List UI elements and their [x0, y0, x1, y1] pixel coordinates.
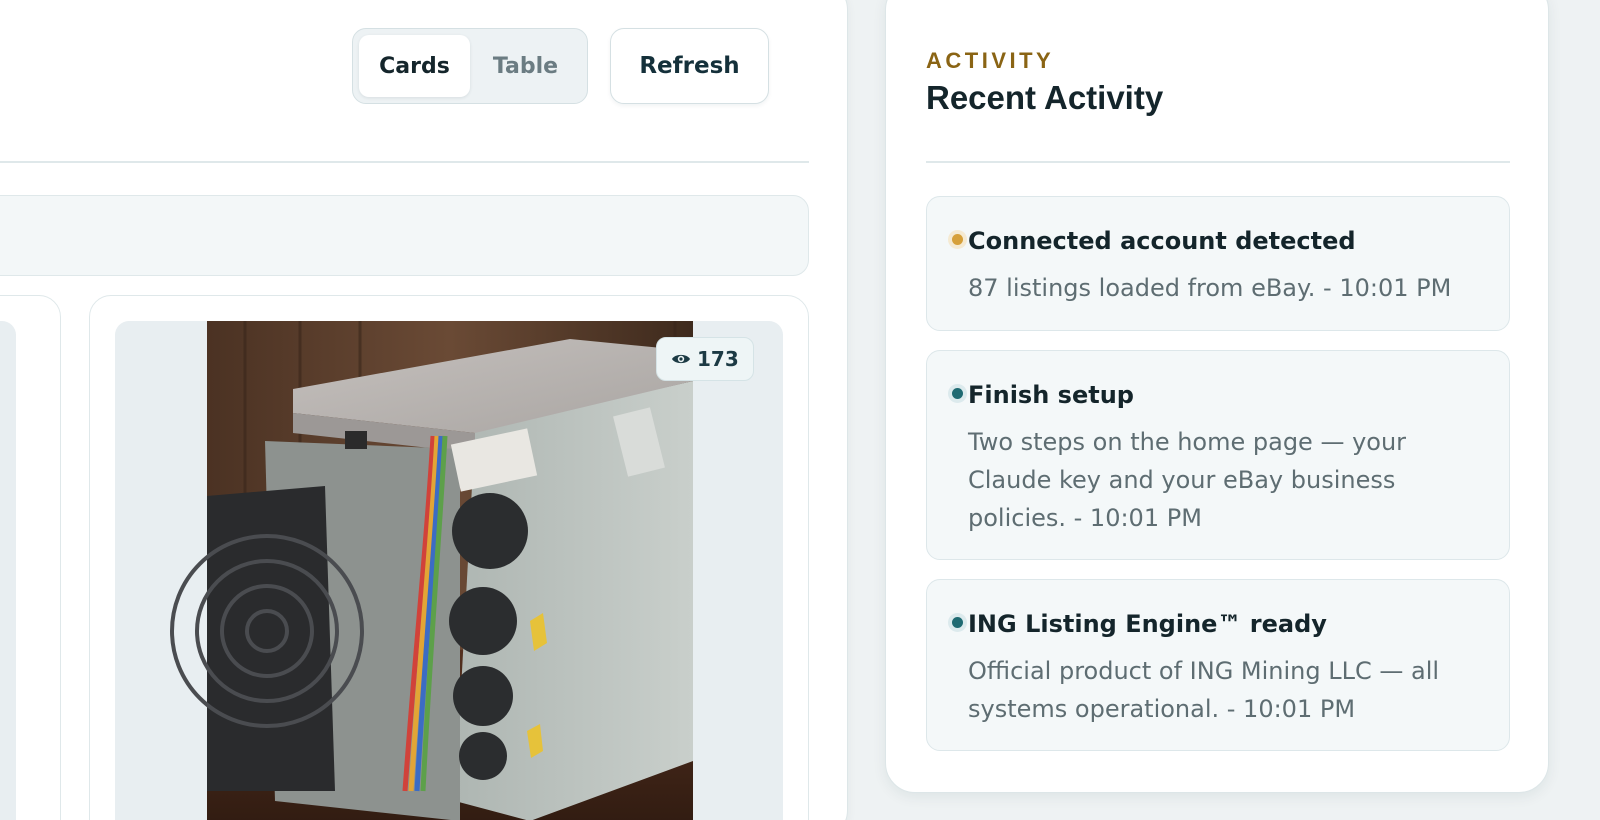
activity-item: Connected account detected 87 listings l…: [926, 196, 1510, 331]
activity-item-title: ING Listing Engine™ ready: [968, 610, 1327, 638]
filter-bar[interactable]: [0, 195, 809, 276]
activity-item-body: Two steps on the home page — your Claude…: [968, 428, 1407, 532]
activity-item: ING Listing Engine™ ready Official produ…: [926, 579, 1510, 751]
activity-item: Finish setup Two steps on the home page …: [926, 350, 1510, 560]
status-dot-icon: [948, 384, 967, 403]
miner-photo: [170, 321, 693, 820]
status-dot-icon: [948, 613, 967, 632]
listing-card[interactable]: 3: [0, 295, 61, 820]
toolbar-divider: [0, 161, 809, 163]
table-view-button[interactable]: Table: [470, 35, 581, 97]
refresh-button[interactable]: Refresh: [610, 28, 769, 104]
listing-card[interactable]: 173: [89, 295, 809, 820]
panel-title: Recent Activity: [926, 79, 1164, 116]
activity-item-body: Official product of ING Mining LLC — all…: [968, 657, 1440, 723]
activity-item-title: Connected account detected: [968, 227, 1356, 255]
view-mode-toggle: Cards Table: [352, 28, 588, 104]
activity-item-body: 87 listings loaded from eBay. - 10:01 PM: [968, 274, 1452, 302]
listing-image: 3: [0, 321, 16, 820]
views-badge: 173: [656, 337, 754, 381]
listing-image[interactable]: 173: [115, 321, 783, 820]
activity-panel: ACTIVITY Recent Activity Connected accou…: [885, 0, 1549, 793]
views-count: 173: [697, 347, 739, 371]
panel-divider: [926, 161, 1510, 163]
status-dot-icon: [948, 230, 967, 249]
listings-panel: Cards Table Refresh 3: [0, 0, 848, 820]
eye-icon: [671, 352, 691, 366]
activity-item-title: Finish setup: [968, 381, 1134, 409]
section-eyebrow: ACTIVITY: [926, 48, 1055, 73]
cards-view-button[interactable]: Cards: [359, 35, 470, 97]
